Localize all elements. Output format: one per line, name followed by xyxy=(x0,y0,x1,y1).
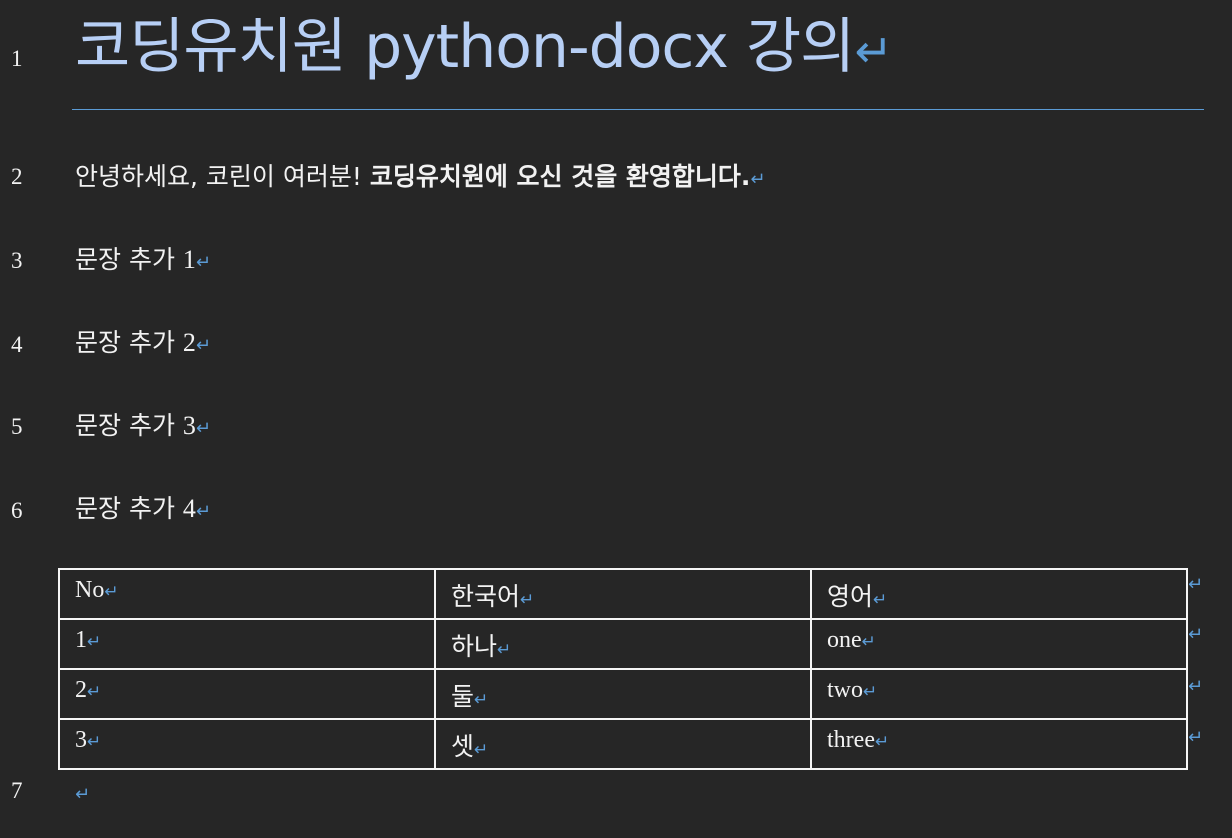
header-no: No xyxy=(75,577,105,603)
table-cell[interactable]: No↵ xyxy=(58,568,436,620)
cell-mark-icon: ↵ xyxy=(87,732,102,752)
paragraph-sentence-4[interactable]: 문장 추가 4↵ xyxy=(75,492,211,529)
paragraph-number: 3 xyxy=(182,411,196,440)
paragraph-bold-run: 코딩유치원에 오신 것을 환영합니다. xyxy=(369,162,751,191)
paragraph-text: 문장 추가 xyxy=(75,245,183,274)
paragraph-number: 1 xyxy=(182,245,196,274)
line-number: 7 xyxy=(11,778,23,803)
paragraph-mark-icon: ↵ xyxy=(195,335,211,356)
cell-mark-icon: ↵ xyxy=(874,732,890,752)
line-number: 2 xyxy=(11,164,23,189)
cell-mark-icon: ↵ xyxy=(861,632,876,652)
table-cell[interactable]: 둘↵ xyxy=(434,668,812,720)
paragraph-sentence-2[interactable]: 문장 추가 2↵ xyxy=(75,326,211,363)
title-text: 코딩유치원 python-docx 강의 xyxy=(75,12,855,82)
paragraph-mark-icon: ↵ xyxy=(195,418,211,439)
paragraph-empty[interactable]: ↵ xyxy=(75,775,90,812)
line-number: 1 xyxy=(11,46,23,71)
table-cell[interactable]: 한국어↵ xyxy=(434,568,812,620)
row-end-mark-icon: ↵ xyxy=(1188,727,1204,748)
paragraph-mark-icon: ↵ xyxy=(195,501,211,522)
cell-mark-icon: ↵ xyxy=(873,590,888,610)
cell-text: one xyxy=(827,627,862,653)
table-header-row: No↵ 한국어↵ 영어↵ xyxy=(58,568,1188,620)
cell-mark-icon: ↵ xyxy=(520,590,535,610)
row-end-mark-icon: ↵ xyxy=(1188,624,1204,645)
row-end-mark-icon: ↵ xyxy=(1188,676,1204,697)
cell-text: 둘 xyxy=(451,682,475,711)
line-number: 5 xyxy=(11,414,23,439)
table-row: 1↵ 하나↵ one↵ xyxy=(58,618,1188,670)
cell-text: three xyxy=(827,727,875,753)
data-table[interactable]: No↵ 한국어↵ 영어↵ 1↵ 하나↵ one↵ 2↵ 둘↵ two↵ 3↵ 셋… xyxy=(58,568,1188,770)
title-underline-divider xyxy=(72,109,1204,110)
cell-mark-icon: ↵ xyxy=(863,682,878,702)
cell-text: two xyxy=(827,677,863,703)
line-number: 6 xyxy=(11,498,23,523)
paragraph-number: 4 xyxy=(182,494,196,523)
cell-text: 1 xyxy=(75,627,87,653)
header-korean: 한국어 xyxy=(451,582,521,611)
table-cell[interactable]: 셋↵ xyxy=(434,718,812,770)
cell-mark-icon: ↵ xyxy=(474,740,489,760)
table-cell[interactable]: 3↵ xyxy=(58,718,436,770)
paragraph-number: 2 xyxy=(182,328,196,357)
table-row: 3↵ 셋↵ three↵ xyxy=(58,718,1188,770)
paragraph-welcome[interactable]: 안녕하세요, 코린이 여러분! 코딩유치원에 오신 것을 환영합니다.↵ xyxy=(75,160,766,197)
line-number: 4 xyxy=(11,332,23,357)
paragraph-mark-icon: ↵ xyxy=(750,169,766,190)
paragraph-text: 문장 추가 xyxy=(75,328,183,357)
cell-text: 2 xyxy=(75,677,87,703)
cell-mark-icon: ↵ xyxy=(104,582,119,602)
paragraph-sentence-3[interactable]: 문장 추가 3↵ xyxy=(75,409,211,446)
paragraph-sentence-1[interactable]: 문장 추가 1↵ xyxy=(75,243,211,280)
table-cell[interactable]: one↵ xyxy=(810,618,1188,670)
line-number: 3 xyxy=(11,248,23,273)
paragraph-mark-icon: ↵ xyxy=(75,784,91,805)
table-cell[interactable]: three↵ xyxy=(810,718,1188,770)
document-title[interactable]: 코딩유치원 python-docx 강의↵ xyxy=(75,0,893,98)
paragraph-normal-run: 안녕하세요, 코린이 여러분! xyxy=(75,162,370,191)
paragraph-text: 문장 추가 xyxy=(75,494,183,523)
header-english: 영어 xyxy=(827,582,874,611)
table-cell[interactable]: 하나↵ xyxy=(434,618,812,670)
paragraph-mark-icon: ↵ xyxy=(195,252,211,273)
cell-text: 하나 xyxy=(451,632,498,661)
table-cell[interactable]: 영어↵ xyxy=(810,568,1188,620)
table-cell[interactable]: 2↵ xyxy=(58,668,436,720)
table-cell[interactable]: two↵ xyxy=(810,668,1188,720)
cell-mark-icon: ↵ xyxy=(497,640,512,660)
cell-text: 셋 xyxy=(451,732,475,761)
paragraph-text: 문장 추가 xyxy=(75,411,183,440)
cell-mark-icon: ↵ xyxy=(87,682,102,702)
table-cell[interactable]: 1↵ xyxy=(58,618,436,670)
cell-mark-icon: ↵ xyxy=(87,632,102,652)
table-row: 2↵ 둘↵ two↵ xyxy=(58,668,1188,720)
row-end-mark-icon: ↵ xyxy=(1188,574,1204,595)
cell-mark-icon: ↵ xyxy=(474,690,489,710)
cell-text: 3 xyxy=(75,727,87,753)
paragraph-mark-icon: ↵ xyxy=(854,24,893,78)
document-page[interactable]: 1 코딩유치원 python-docx 강의↵ 2 안녕하세요, 코린이 여러분… xyxy=(0,0,1232,838)
